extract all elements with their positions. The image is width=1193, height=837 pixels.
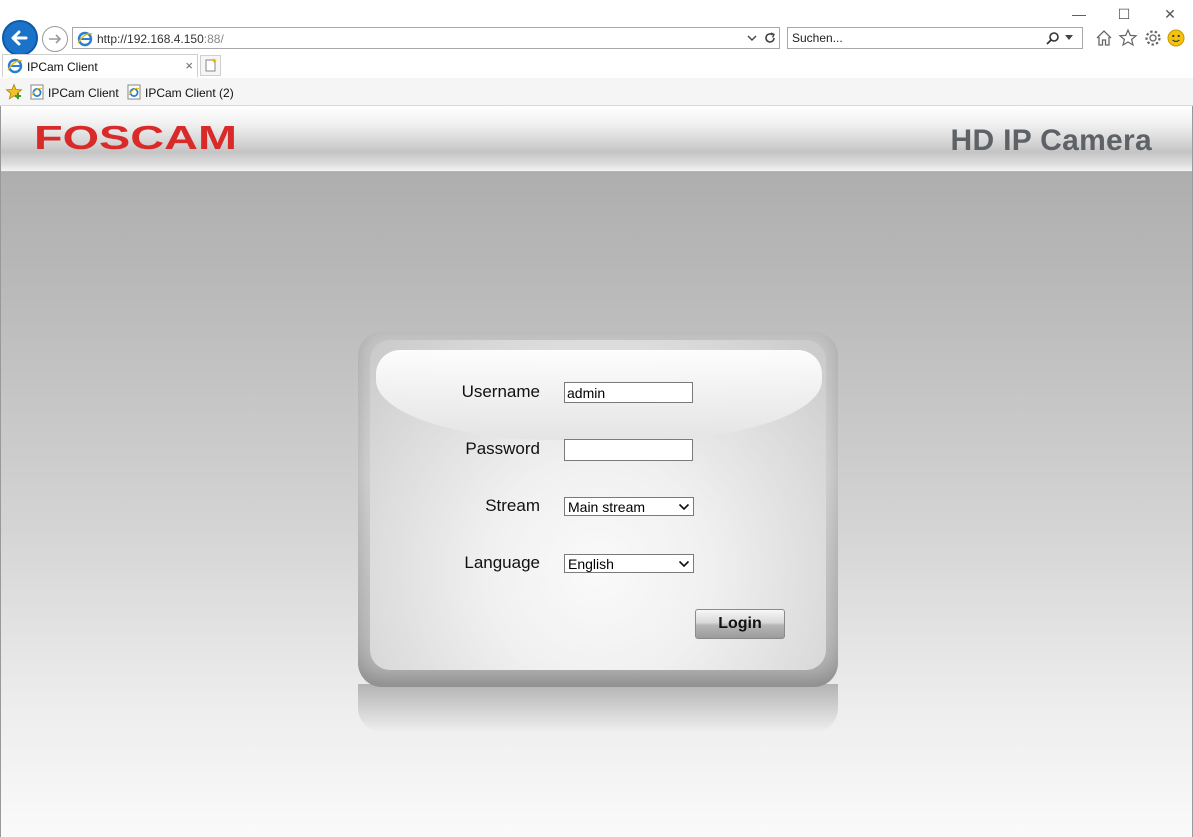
forward-button[interactable] bbox=[42, 26, 68, 52]
address-url: http://192.168.4.150:88/ bbox=[97, 32, 224, 46]
language-select-value: English bbox=[568, 556, 614, 572]
page-content: FOSCAM HD IP Camera Username Password St… bbox=[0, 106, 1193, 837]
favorites-bar: IPCam Client IPCam Client (2) bbox=[0, 78, 1193, 106]
search-box[interactable] bbox=[787, 27, 1083, 49]
refresh-icon[interactable] bbox=[763, 31, 777, 45]
new-tab-button[interactable] bbox=[200, 55, 221, 76]
login-button[interactable]: Login bbox=[695, 609, 785, 639]
ie-logo-icon bbox=[77, 31, 93, 47]
address-bar[interactable]: http://192.168.4.150:88/ bbox=[72, 27, 780, 49]
minimize-button[interactable]: — bbox=[1059, 4, 1099, 24]
username-input[interactable] bbox=[564, 382, 693, 403]
chevron-down-icon bbox=[678, 503, 690, 511]
home-icon[interactable] bbox=[1094, 28, 1114, 48]
ie-logo-icon bbox=[7, 58, 23, 74]
ie-page-icon bbox=[127, 84, 141, 100]
gear-icon[interactable] bbox=[1143, 28, 1163, 48]
star-icon[interactable] bbox=[1118, 28, 1138, 48]
back-arrow-icon bbox=[11, 30, 28, 46]
stream-label: Stream bbox=[485, 496, 540, 515]
chevron-down-icon bbox=[678, 560, 690, 568]
favorite-item-ipcam-client[interactable]: IPCam Client bbox=[30, 84, 119, 100]
close-window-button[interactable]: ✕ bbox=[1150, 4, 1190, 24]
panel-reflection bbox=[358, 684, 838, 732]
tab-ipcam-client[interactable]: IPCam Client × bbox=[2, 54, 198, 77]
search-dropdown-icon[interactable] bbox=[1065, 35, 1073, 41]
forward-arrow-icon bbox=[49, 34, 62, 44]
foscam-logo: FOSCAM bbox=[34, 120, 237, 154]
username-label: Username bbox=[461, 382, 540, 401]
favorite-item-ipcam-client-2[interactable]: IPCam Client (2) bbox=[127, 84, 234, 100]
product-title: HD IP Camera bbox=[950, 124, 1152, 157]
stream-select-value: Main stream bbox=[568, 499, 646, 515]
favorites-star-icon[interactable] bbox=[5, 83, 23, 101]
page-header: FOSCAM HD IP Camera bbox=[1, 106, 1192, 172]
svg-text:FOSCAM: FOSCAM bbox=[34, 120, 237, 154]
tab-label: IPCam Client bbox=[27, 60, 98, 74]
dropdown-icon[interactable] bbox=[747, 34, 757, 42]
maximize-button[interactable]: ☐ bbox=[1104, 4, 1144, 24]
smiley-icon[interactable] bbox=[1166, 28, 1186, 48]
tab-close-icon[interactable]: × bbox=[185, 58, 193, 73]
password-label: Password bbox=[465, 439, 540, 458]
search-icon[interactable] bbox=[1046, 31, 1060, 45]
browser-chrome: — ☐ ✕ http://192.168.4.150:88/ Suchen...… bbox=[0, 0, 1193, 106]
ie-page-icon bbox=[30, 84, 44, 100]
stream-select[interactable]: Main stream bbox=[564, 497, 694, 516]
back-button[interactable] bbox=[2, 20, 38, 56]
language-label: Language bbox=[464, 553, 540, 572]
new-tab-icon bbox=[205, 58, 217, 72]
language-select[interactable]: English bbox=[564, 554, 694, 573]
password-input[interactable] bbox=[564, 439, 693, 461]
search-input[interactable] bbox=[792, 30, 1032, 46]
tab-row: IPCam Client × bbox=[0, 54, 1193, 78]
